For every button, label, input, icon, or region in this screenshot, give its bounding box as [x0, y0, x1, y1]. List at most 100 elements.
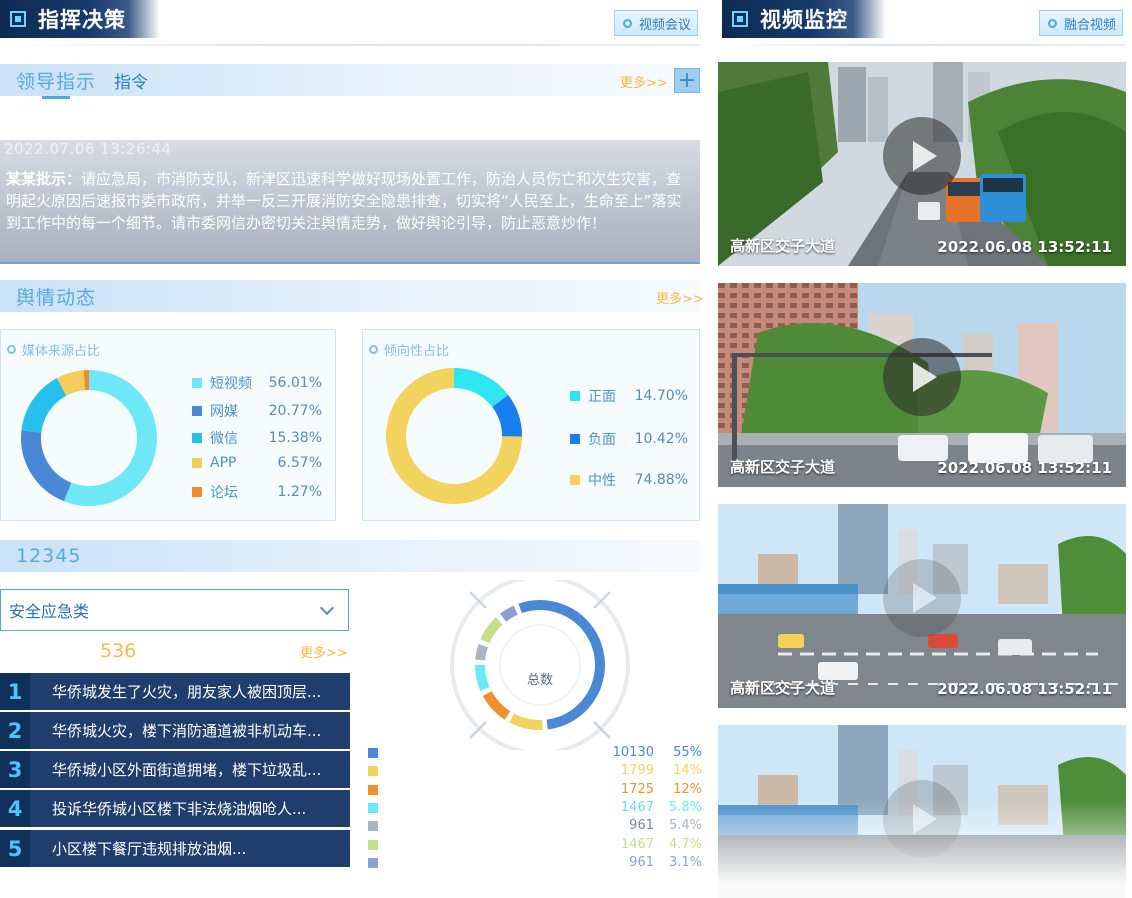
panel-square-icon	[10, 11, 26, 27]
instruction-time: 2022.07.06 13:26:44	[4, 140, 172, 158]
tab-command[interactable]: 指令	[114, 68, 148, 93]
leader-more-link[interactable]: 更多>>	[620, 72, 668, 91]
list-item-rank: 5	[0, 830, 30, 867]
stat-percent: 14%	[673, 763, 702, 778]
stat-percent: 12%	[673, 782, 702, 797]
list-item[interactable]: 4 投诉华侨城小区楼下非法烧油烟呛人...	[0, 790, 350, 827]
legend-label: 微信	[210, 431, 238, 447]
category-select[interactable]: 安全应急类	[0, 589, 349, 631]
legend-swatch	[192, 487, 202, 497]
legend-label: 网媒	[210, 404, 238, 420]
instruction-author: 某某批示：	[6, 170, 82, 188]
donut-slice	[480, 617, 503, 644]
tendency-card: 倾向性占比 正面 14.70% 负面 10.42% 中性 74.88%	[362, 329, 700, 521]
stat-value: 1467	[620, 800, 654, 815]
add-instruction-button[interactable]: +	[674, 68, 700, 93]
legend-label: APP	[210, 455, 237, 471]
legend-value: 20.77%	[268, 403, 322, 419]
video-feed-2[interactable]: 高新区交子大道 2022.06.08 13:52:11	[718, 283, 1126, 487]
list-item-rank: 4	[0, 790, 30, 827]
header-divider	[0, 44, 700, 46]
hotline-title: 12345	[16, 545, 82, 567]
legend-swatch	[192, 433, 202, 443]
donut-slice	[56, 370, 86, 396]
panel-square-icon	[732, 11, 748, 27]
active-tab-indicator	[42, 96, 70, 99]
video-meeting-label: 视频会议	[639, 17, 692, 33]
list-item-rank: 3	[0, 751, 30, 788]
legend-swatch	[570, 475, 580, 485]
opinion-bar: 舆情动态	[0, 280, 700, 312]
video-feed-3[interactable]: 高新区交子大道 2022.06.08 13:52:11	[718, 504, 1126, 708]
legend-value: 15.38%	[268, 430, 322, 446]
total-label: 总数	[527, 673, 553, 688]
legend-item: 网媒 20.77%	[192, 401, 322, 421]
play-icon[interactable]	[883, 559, 961, 637]
legend-value: 14.70%	[634, 388, 688, 404]
header-divider	[722, 44, 1126, 46]
play-icon[interactable]	[883, 338, 961, 416]
stat-percent: 5.8%	[668, 800, 702, 815]
leader-instruction-bar: 领导指示 指令	[0, 64, 672, 96]
list-item-text: 华侨城发生了火灾，朋友家人被困顶层...	[52, 683, 322, 701]
command-panel-header: 指挥决策	[0, 0, 160, 38]
donut-slice	[21, 430, 72, 502]
legend-swatch	[192, 378, 202, 388]
list-item[interactable]: 3 华侨城小区外面街道拥堵，楼下垃圾乱...	[0, 751, 350, 788]
donut-slice	[475, 643, 489, 661]
stat-value: 1799	[620, 763, 654, 778]
donut-slice	[63, 370, 157, 506]
media-donut-chart	[21, 370, 157, 506]
legend-item: 负面 10.42%	[570, 429, 688, 449]
stat-value: 961	[629, 855, 654, 870]
fusion-video-button[interactable]: 融合视频	[1039, 10, 1123, 36]
stat-swatch	[368, 840, 378, 850]
play-icon[interactable]	[883, 117, 961, 195]
tendency-donut-chart	[386, 368, 522, 504]
decorative-ring	[499, 624, 581, 706]
legend-item: 正面 14.70%	[570, 386, 688, 406]
legend-value: 1.27%	[277, 484, 322, 500]
list-item[interactable]: 1 华侨城发生了火灾，朋友家人被困顶层...	[0, 673, 350, 710]
list-item[interactable]: 5 小区楼下餐厅违规排放油烟...	[0, 830, 350, 867]
list-item[interactable]: 2 华侨城火灾，楼下消防通道被非机动车...	[0, 712, 350, 749]
video-meeting-button[interactable]: 视频会议	[614, 10, 698, 36]
donut-slice	[453, 368, 509, 408]
stat-row: 10130 55%	[368, 745, 702, 762]
stat-percent: 4.7%	[668, 837, 702, 852]
tendency-card-title-text: 倾向性占比	[384, 344, 450, 359]
video-feed-1[interactable]: 高新区交子大道 2022.06.08 13:52:11	[718, 62, 1126, 266]
opinion-more-link[interactable]: 更多>>	[656, 288, 704, 307]
legend-swatch	[570, 391, 580, 401]
stat-percent: 3.1%	[668, 855, 702, 870]
video-title: 视频监控	[760, 8, 848, 32]
circle-dot-icon	[623, 18, 632, 28]
legend-label: 负面	[588, 432, 616, 448]
stat-value: 10130	[612, 745, 654, 760]
list-item-text: 小区楼下餐厅违规排放油烟...	[52, 840, 247, 858]
hotline-count: 536	[100, 640, 137, 662]
legend-item: 短视频 56.01%	[192, 373, 322, 393]
donut-slice	[475, 664, 490, 692]
video-list-fade	[716, 800, 1128, 898]
list-item-rank: 1	[0, 673, 30, 710]
media-card-title: 媒体来源占比	[7, 340, 100, 359]
donut-slice	[499, 605, 518, 622]
stat-value: 1725	[620, 782, 654, 797]
legend-label: 中性	[588, 473, 616, 489]
legend-label: 论坛	[210, 485, 238, 501]
legend-item: 中性 74.88%	[570, 470, 688, 490]
stat-swatch	[368, 748, 378, 758]
stat-swatch	[368, 766, 378, 776]
stat-swatch	[368, 803, 378, 813]
video-time: 2022.06.08 13:52:11	[937, 680, 1112, 698]
tab-leader-instruction[interactable]: 领导指示	[16, 67, 96, 94]
legend-value: 10.42%	[634, 431, 688, 447]
circle-dot-icon	[1048, 18, 1057, 28]
legend-item: APP 6.57%	[192, 455, 322, 471]
video-panel-header: 视频监控	[722, 0, 886, 38]
stat-percent: 55%	[673, 745, 702, 760]
command-title: 指挥决策	[38, 8, 126, 32]
stat-value: 1467	[620, 837, 654, 852]
hotline-more-link[interactable]: 更多>>	[300, 642, 348, 661]
